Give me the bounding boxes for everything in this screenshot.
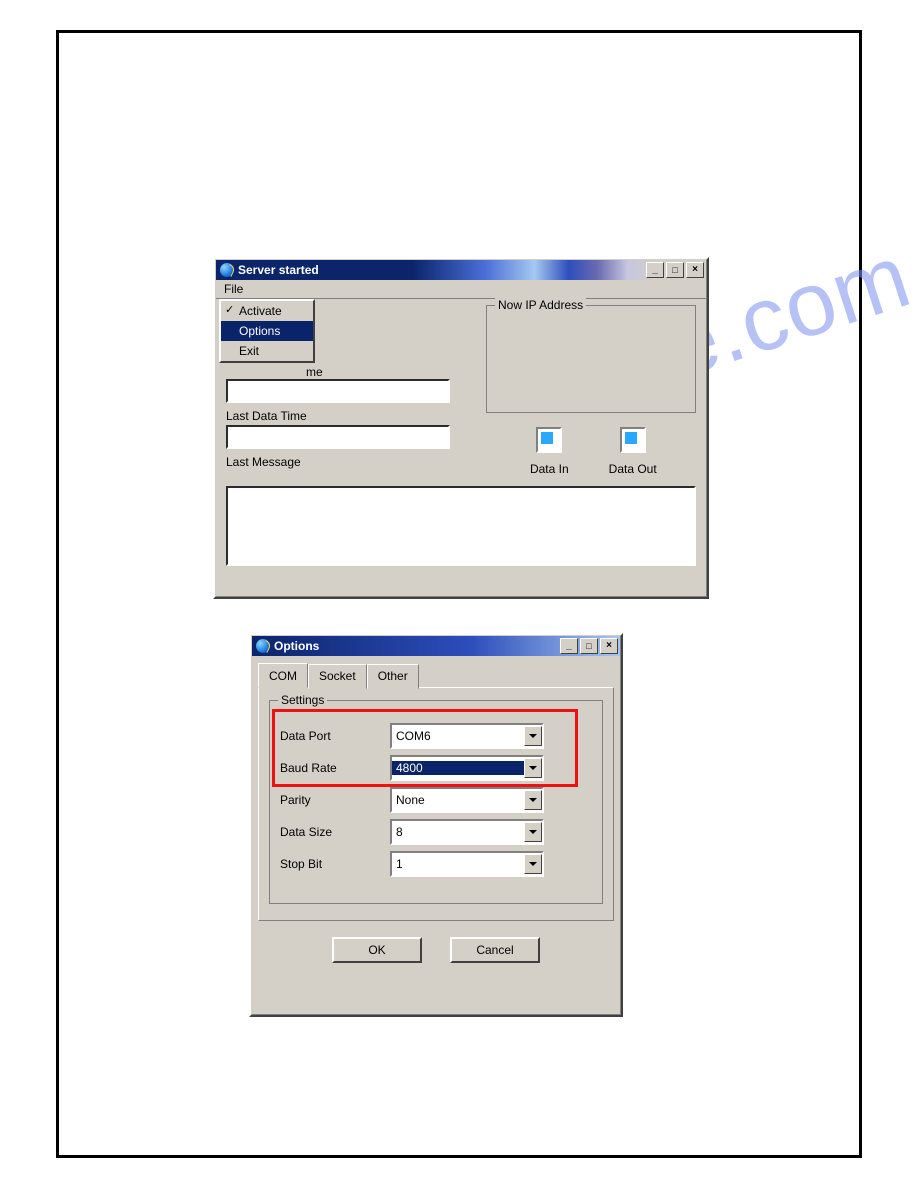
menu-options[interactable]: Options bbox=[221, 321, 313, 341]
page-frame: manualshive.com Server started _ □ × Fil… bbox=[56, 30, 862, 1158]
value-stop-bit: 1 bbox=[392, 857, 524, 871]
chevron-down-icon[interactable] bbox=[524, 790, 542, 810]
tabstrip: COM Socket Other bbox=[252, 656, 620, 687]
maximize-button[interactable]: □ bbox=[666, 262, 684, 278]
label-data-size: Data Size bbox=[280, 825, 390, 839]
file-menu-dropdown: Activate Options Exit bbox=[219, 299, 315, 363]
now-ip-legend: Now IP Address bbox=[495, 298, 586, 312]
chevron-down-icon[interactable] bbox=[524, 822, 542, 842]
maximize-button[interactable]: □ bbox=[580, 638, 598, 654]
label-stop-bit: Stop Bit bbox=[280, 857, 390, 871]
close-button[interactable]: × bbox=[686, 262, 704, 278]
highlight-box bbox=[272, 709, 578, 787]
last-message-input[interactable] bbox=[226, 486, 696, 566]
label-partial: me bbox=[306, 365, 323, 379]
cancel-button[interactable]: Cancel bbox=[450, 937, 540, 963]
options-titlebar[interactable]: Options _ □ × bbox=[252, 636, 620, 656]
data-out-led bbox=[620, 427, 646, 453]
minimize-button[interactable]: _ bbox=[646, 262, 664, 278]
menu-exit[interactable]: Exit bbox=[221, 341, 313, 361]
combo-data-size[interactable]: 8 bbox=[390, 819, 544, 845]
settings-group: Settings Data Port COM6 Baud Rate 4800 bbox=[269, 700, 603, 904]
server-title: Server started bbox=[238, 263, 319, 277]
combo-parity[interactable]: None bbox=[390, 787, 544, 813]
app-icon bbox=[256, 639, 270, 653]
ok-button[interactable]: OK bbox=[332, 937, 422, 963]
label-last-data-time: Last Data Time bbox=[226, 409, 472, 423]
dialog-buttons: OK Cancel bbox=[252, 927, 620, 969]
menu-file[interactable]: File bbox=[218, 280, 249, 298]
value-data-size: 8 bbox=[392, 825, 524, 839]
settings-legend: Settings bbox=[278, 693, 327, 707]
chevron-down-icon[interactable] bbox=[524, 854, 542, 874]
options-window: Options _ □ × COM Socket Other Settings bbox=[249, 633, 623, 1017]
close-button[interactable]: × bbox=[600, 638, 618, 654]
app-icon bbox=[220, 263, 234, 277]
label-data-out: Data Out bbox=[593, 462, 673, 476]
combo-stop-bit[interactable]: 1 bbox=[390, 851, 544, 877]
data-in-led bbox=[536, 427, 562, 453]
server-window: Server started _ □ × File Activate Optio… bbox=[213, 257, 709, 599]
value-parity: None bbox=[392, 793, 524, 807]
menu-activate[interactable]: Activate bbox=[221, 301, 313, 321]
tab-other[interactable]: Other bbox=[367, 664, 419, 689]
tab-socket[interactable]: Socket bbox=[308, 664, 367, 689]
time-input[interactable] bbox=[226, 379, 450, 403]
tab-com[interactable]: COM bbox=[258, 663, 308, 688]
menubar: File bbox=[216, 280, 706, 299]
server-titlebar[interactable]: Server started _ □ × bbox=[216, 260, 706, 280]
label-parity: Parity bbox=[280, 793, 390, 807]
last-data-time-input[interactable] bbox=[226, 425, 450, 449]
label-data-in: Data In bbox=[509, 462, 589, 476]
label-last-message: Last Message bbox=[226, 455, 472, 469]
options-title: Options bbox=[274, 639, 319, 653]
minimize-button[interactable]: _ bbox=[560, 638, 578, 654]
tab-panel-com: Settings Data Port COM6 Baud Rate 4800 bbox=[258, 687, 614, 921]
now-ip-group: Now IP Address bbox=[486, 305, 696, 413]
